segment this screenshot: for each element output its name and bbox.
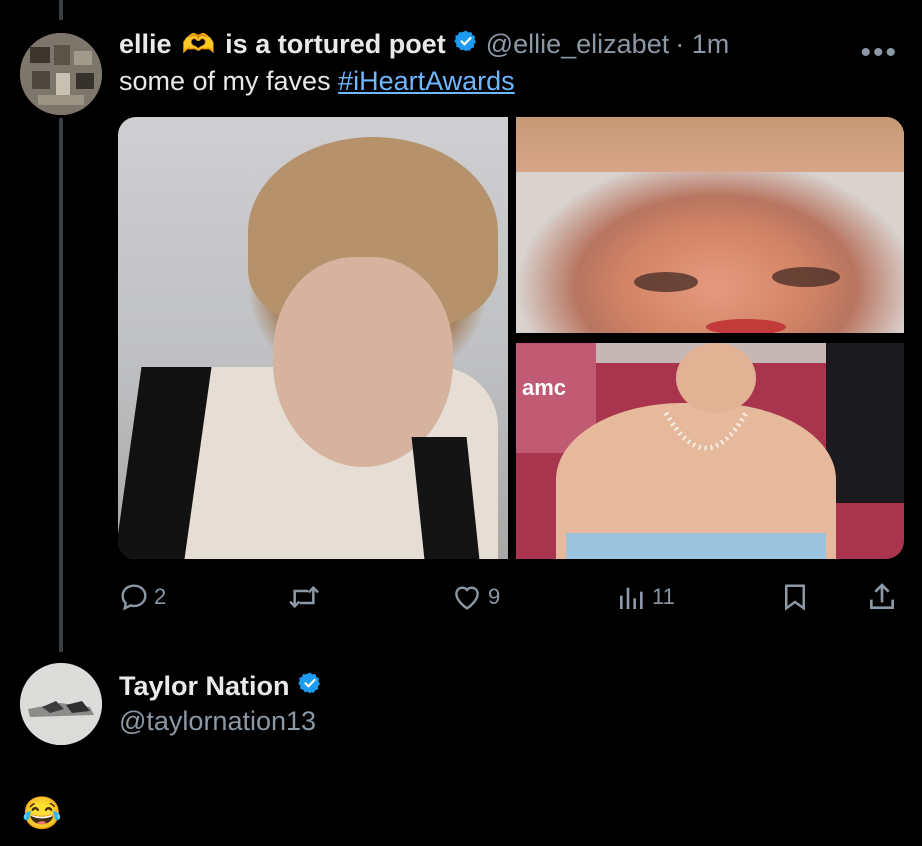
photo-2[interactable]	[516, 117, 904, 333]
views-icon	[620, 587, 643, 609]
thread-line	[59, 118, 63, 652]
display-name[interactable]: ellie	[119, 29, 172, 60]
bookmark-icon	[785, 584, 805, 611]
laughing-emoji: 😂	[22, 795, 62, 831]
share-icon	[870, 583, 894, 609]
tweet-body: some of my faves	[119, 66, 331, 96]
heart-icon	[455, 586, 479, 610]
reply-verified-badge-icon	[297, 671, 322, 702]
photo-1[interactable]	[118, 117, 508, 559]
heart-hands-emoji: 🫶	[181, 29, 216, 59]
tweet-text: some of my faves #iHeartAwards	[119, 66, 515, 97]
reply-display-name[interactable]: Taylor Nation	[119, 671, 290, 702]
reply-button[interactable]: 2	[118, 581, 166, 613]
like-count: 9	[488, 584, 501, 609]
avatar[interactable]	[20, 33, 102, 115]
bookmark-button[interactable]	[780, 581, 810, 613]
retweet-icon	[289, 585, 319, 609]
tweet-header: ellie 🫶 is a tortured poet @ellie_elizab…	[119, 28, 729, 60]
hashtag-link[interactable]: #iHeartAwards	[338, 66, 515, 96]
more-options-icon[interactable]: •••	[860, 36, 898, 70]
necklace	[663, 411, 749, 451]
media-grid: amc	[118, 117, 904, 559]
retweet-button[interactable]	[286, 581, 326, 613]
timestamp[interactable]: · 1m	[675, 29, 729, 60]
reply-avatar-image	[20, 663, 102, 745]
like-button[interactable]: 9	[450, 581, 500, 613]
share-button[interactable]	[866, 581, 898, 613]
photo-3[interactable]: amc	[516, 343, 904, 559]
avatar-image	[20, 33, 102, 115]
reply-display-name-row: Taylor Nation	[119, 671, 322, 702]
reply-icon	[121, 584, 147, 611]
handle[interactable]: @ellie_elizabet	[486, 29, 670, 60]
views-count: 11	[652, 584, 675, 609]
reply-handle[interactable]: @taylornation13	[119, 706, 316, 737]
reply-count: 2	[154, 584, 167, 609]
views-button[interactable]: 11	[616, 581, 675, 613]
display-name-suffix[interactable]: is a tortured poet	[225, 29, 446, 60]
thread-line-top	[59, 0, 63, 20]
verified-badge-icon	[454, 29, 478, 60]
reply-avatar[interactable]	[20, 663, 102, 745]
tweet-actions: 2 9 11	[0, 577, 922, 617]
photo-2-features	[634, 267, 840, 333]
